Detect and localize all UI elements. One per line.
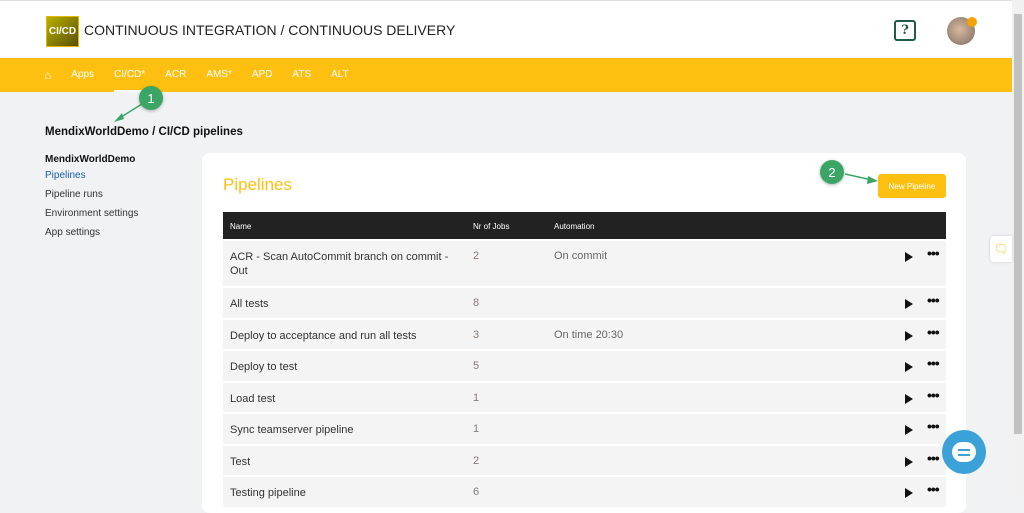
annotation-badge-2: 2: [820, 160, 844, 184]
annotation-arrows: [114, 103, 878, 184]
annotation-badge-1: 1: [139, 86, 163, 110]
